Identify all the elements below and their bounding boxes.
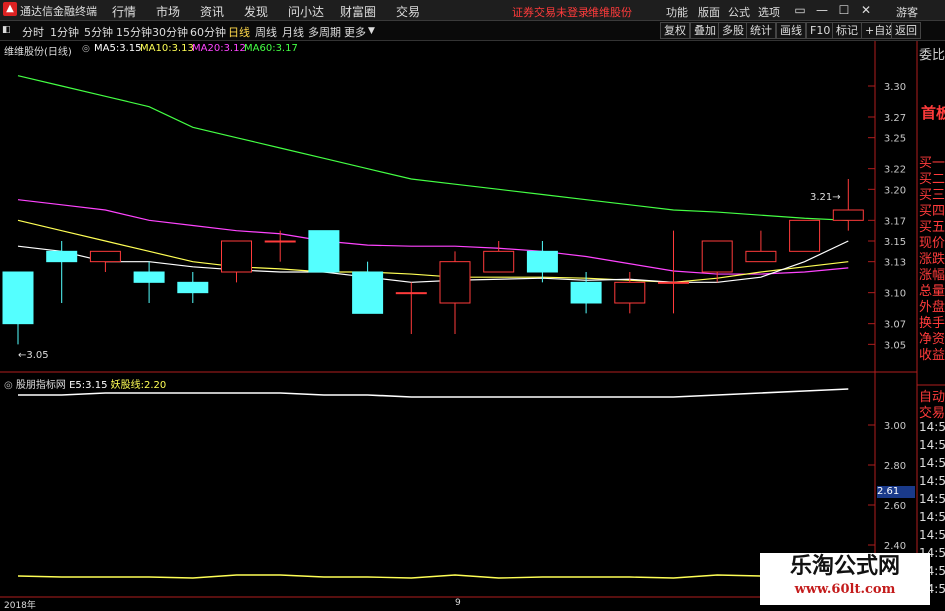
price-tick-label: 3.20 xyxy=(884,185,906,196)
rp-label: 现价 xyxy=(919,236,945,251)
watermark-cn: 乐淘公式网 xyxy=(789,554,900,579)
ind-tick-label: 3.00 xyxy=(884,421,906,432)
ma-line-ma60 xyxy=(17,75,849,221)
yao-line xyxy=(17,574,849,579)
rp-label: 总量 xyxy=(919,284,945,299)
candle-body xyxy=(658,281,689,284)
candle-body xyxy=(526,250,558,273)
right-panel-title: 首板 xyxy=(921,104,945,122)
candle-body xyxy=(701,240,733,273)
arrow-right-icon: → xyxy=(832,192,841,203)
candle-body xyxy=(264,240,296,243)
rp-label: 涨幅 xyxy=(919,268,945,283)
price-tick-label: 3.10 xyxy=(884,289,906,300)
candle xyxy=(439,251,471,334)
rp-time: 14:56 xyxy=(919,492,945,506)
candle-body xyxy=(483,250,515,273)
candle-body xyxy=(439,261,471,304)
candle-body xyxy=(352,271,384,314)
rp-label: 买三 xyxy=(919,188,945,203)
ind-tick-label: 2.80 xyxy=(884,461,906,472)
price-tick-label: 3.13 xyxy=(884,258,906,269)
rp-label: 净资 xyxy=(919,332,945,347)
candle xyxy=(308,230,340,273)
high-price-marker: 3.21→ xyxy=(810,192,841,203)
rp-time: 14:56 xyxy=(919,438,945,452)
rp-label: 买四 xyxy=(919,204,945,219)
candle-body xyxy=(89,250,121,263)
rp-time: 14:56 xyxy=(919,456,945,470)
rp-trade[interactable]: 交易 xyxy=(919,402,945,421)
candle-body xyxy=(177,281,209,294)
candle xyxy=(789,219,821,252)
candle xyxy=(352,261,384,314)
candle-body xyxy=(2,271,34,325)
candle-body xyxy=(133,271,165,283)
candle-body xyxy=(570,281,602,304)
candle-body xyxy=(745,250,777,263)
candle xyxy=(221,240,252,283)
price-tick-label: 3.30 xyxy=(884,82,906,93)
date-label-year: 2018年 xyxy=(4,601,36,611)
ind-tick-label: 2.40 xyxy=(884,541,906,552)
indicator-current-value: 2.61 xyxy=(877,486,915,498)
candle xyxy=(832,179,864,231)
rp-time: 14:56 xyxy=(919,474,945,488)
right-panel-ratio: 委比 xyxy=(919,48,945,63)
e5-label: E5: xyxy=(69,380,86,391)
e5-value: 3.15 xyxy=(85,380,108,391)
candle-body xyxy=(46,250,78,263)
rp-time: 14:56 xyxy=(919,510,945,524)
price-tick-label: 3.07 xyxy=(884,320,906,331)
candle xyxy=(526,241,558,283)
rp-label: 收益 xyxy=(919,348,945,363)
rp-label: 买一 xyxy=(919,156,945,171)
yao-label: 妖股线: xyxy=(110,380,144,391)
candle xyxy=(89,250,121,272)
price-tick-label: 3.25 xyxy=(884,134,906,145)
rp-label: 外盘 xyxy=(919,300,945,315)
rp-label: 换手 xyxy=(919,316,945,331)
candle-body xyxy=(614,281,646,304)
price-tick-label: 3.17 xyxy=(884,216,906,227)
price-tick-label: 3.05 xyxy=(884,340,906,351)
price-tick-label: 3.22 xyxy=(884,165,906,176)
price-tick-label: 3.27 xyxy=(884,113,906,124)
price-tick-label: 3.15 xyxy=(884,237,906,248)
date-label-month: 9 xyxy=(455,598,461,608)
indicator-lines xyxy=(17,388,849,579)
kline-chart[interactable]: 3.30 3.27 3.25 3.22 3.20 3.17 3.15 3.13 3.10 3.07… xyxy=(0,0,945,609)
watermark-url: www.60lt.com xyxy=(794,582,896,597)
candle xyxy=(133,261,165,303)
candle-body xyxy=(308,230,340,273)
rp-label: 买二 xyxy=(919,172,945,187)
indicator-name: 股朋指标网 xyxy=(15,380,66,391)
candle xyxy=(2,271,34,345)
rp-label: 买五 xyxy=(919,220,945,235)
price-axis: 3.30 3.27 3.25 3.22 3.20 3.17 3.15 3.13 3.10 3.07… xyxy=(868,82,906,351)
candle-body xyxy=(832,209,864,221)
candle xyxy=(745,230,777,263)
indicator-settings-icon[interactable]: ◎ xyxy=(4,380,13,391)
candle xyxy=(483,241,515,273)
indicator-header: ◎ 股朋指标网 E5:3.15 妖股线:2.20 xyxy=(4,376,166,391)
low-price-marker: ←3.05 xyxy=(18,350,49,361)
rp-time: 14:56 xyxy=(919,528,945,542)
candle xyxy=(395,282,427,334)
right-panel-labels: 买一 买二 买三 买四 买五 现价 涨跌 涨幅 总量 外盘 换手 净资 收益 xyxy=(919,152,945,363)
candle-body xyxy=(221,240,252,273)
ind-tick-label: 2.60 xyxy=(884,501,906,512)
rp-label: 涨跌 xyxy=(919,252,945,267)
watermark-box: 乐淘公式网 www.60lt.com xyxy=(760,553,930,605)
rp-time: 14:56 xyxy=(919,420,945,434)
candle xyxy=(614,272,646,314)
candle-body xyxy=(395,292,427,295)
yao-value: 2.20 xyxy=(144,380,167,391)
candle xyxy=(177,272,209,303)
candle-body xyxy=(789,219,821,252)
